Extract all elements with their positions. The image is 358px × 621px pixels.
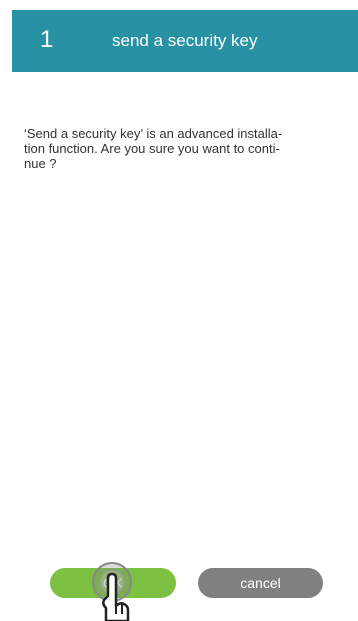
step-number: 1: [40, 26, 54, 53]
confirmation-message: ‘Send a security key’ is an advanced ins…: [24, 126, 283, 171]
app-screen: 1 send a security key ‘Send a security k…: [0, 0, 358, 621]
ok-button-label: OK: [102, 575, 124, 591]
cancel-button-label: cancel: [240, 575, 281, 591]
ok-button[interactable]: OK: [50, 568, 176, 598]
header-bar: 1 send a security key: [12, 10, 358, 72]
left-margin: [0, 0, 12, 621]
cancel-button[interactable]: cancel: [198, 568, 323, 598]
page-title: send a security key: [112, 31, 258, 50]
